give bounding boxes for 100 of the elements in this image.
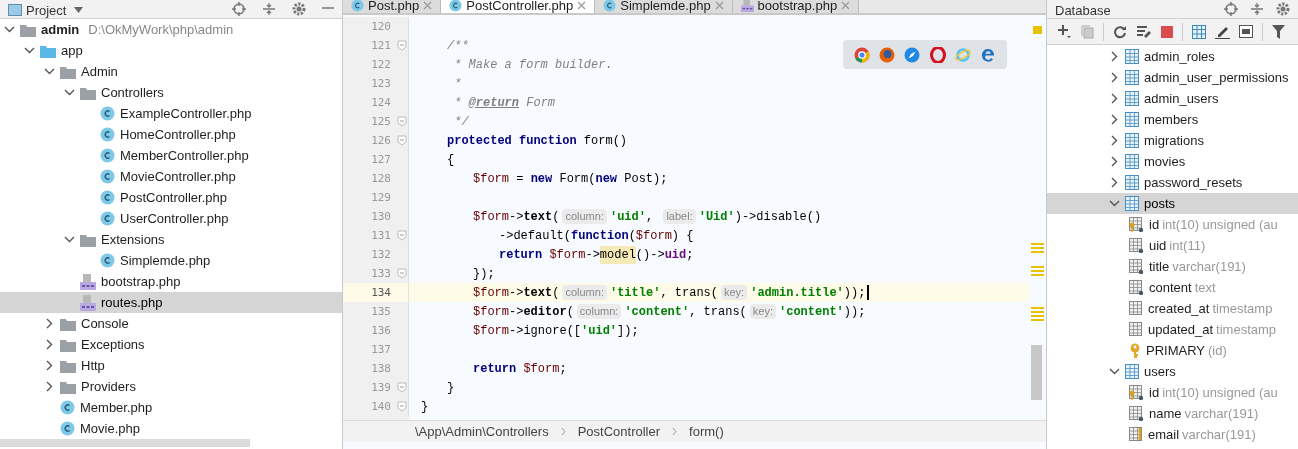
compass-icon[interactable] bbox=[904, 46, 921, 63]
code-token: ( bbox=[552, 284, 560, 302]
column-name[interactable]: updated_at bbox=[1148, 319, 1214, 340]
chrome-icon[interactable] bbox=[853, 46, 870, 63]
chevron-down-icon[interactable] bbox=[1109, 366, 1120, 377]
column-icon bbox=[1129, 322, 1143, 337]
table-name[interactable]: users bbox=[1144, 361, 1176, 382]
chevron-right-icon[interactable] bbox=[44, 339, 55, 350]
chevron-right-icon[interactable] bbox=[1109, 51, 1120, 62]
edge-icon[interactable] bbox=[980, 46, 997, 63]
editor-tab[interactable]: PostController.php bbox=[441, 0, 596, 13]
column-name[interactable]: email bbox=[1148, 424, 1180, 445]
chevron-right-icon[interactable] bbox=[44, 381, 55, 392]
chevron-down-icon[interactable] bbox=[44, 66, 55, 77]
editor-tab[interactable]: Post.php bbox=[343, 0, 442, 13]
code-token: -> bbox=[509, 303, 524, 321]
chevron-right-icon[interactable] bbox=[44, 318, 55, 329]
editor-tab[interactable]: Simplemde.php bbox=[595, 0, 733, 13]
tree-row[interactable]: routes.php bbox=[0, 292, 342, 313]
schema-icon[interactable] bbox=[1136, 24, 1152, 39]
refresh-icon[interactable] bbox=[1113, 24, 1127, 39]
file-name[interactable]: MemberController.php bbox=[120, 145, 249, 166]
stop-icon[interactable] bbox=[1161, 25, 1173, 38]
chevron-down-icon[interactable] bbox=[1109, 198, 1120, 209]
chevron-down-icon[interactable] bbox=[4, 24, 15, 35]
chevron-down-icon[interactable] bbox=[64, 234, 75, 245]
breadcrumb-item[interactable]: PostController bbox=[577, 421, 661, 442]
table-name[interactable]: movies bbox=[1144, 151, 1186, 172]
file-name[interactable]: ExampleController.php bbox=[120, 103, 252, 124]
pencil-icon[interactable] bbox=[1215, 24, 1230, 39]
table-name[interactable]: admin_users bbox=[1144, 88, 1219, 109]
table-name[interactable]: posts bbox=[1144, 193, 1176, 214]
chevron-down-icon[interactable] bbox=[64, 87, 75, 98]
column-name[interactable]: content bbox=[1149, 277, 1192, 298]
console-icon[interactable] bbox=[1239, 25, 1253, 38]
crosshair-icon[interactable] bbox=[232, 2, 246, 16]
column-name[interactable]: uid bbox=[1149, 235, 1167, 256]
file-name[interactable]: bootstrap.php bbox=[101, 271, 181, 292]
chevron-right-icon[interactable] bbox=[1109, 135, 1120, 146]
column-name[interactable]: id bbox=[1149, 382, 1160, 403]
chevron-right-icon[interactable] bbox=[44, 360, 55, 371]
file-name[interactable]: HomeController.php bbox=[120, 124, 236, 145]
chevron-right-icon[interactable] bbox=[1109, 93, 1120, 104]
file-name[interactable]: Controllers bbox=[101, 82, 164, 103]
column-name[interactable]: title bbox=[1149, 256, 1170, 277]
horizontal-scrollbar[interactable] bbox=[0, 439, 250, 447]
file-name[interactable]: Providers bbox=[81, 376, 136, 397]
column-name[interactable]: name bbox=[1149, 403, 1182, 424]
table-name[interactable]: password_resets bbox=[1144, 172, 1243, 193]
php-file-icon bbox=[740, 0, 754, 12]
code-token: $form bbox=[473, 303, 509, 321]
file-name[interactable]: Movie.php bbox=[80, 418, 140, 439]
filter-icon[interactable] bbox=[1272, 24, 1285, 39]
collapse-icon[interactable] bbox=[262, 2, 276, 16]
crosshair-icon[interactable] bbox=[1224, 2, 1238, 16]
chevron-right-icon bbox=[560, 427, 566, 436]
close-icon[interactable] bbox=[841, 1, 851, 10]
chevron-down-icon[interactable] bbox=[24, 45, 35, 56]
chevron-right-icon[interactable] bbox=[1109, 72, 1120, 83]
chevron-right-icon[interactable] bbox=[1109, 177, 1120, 188]
add-icon[interactable] bbox=[1057, 24, 1072, 39]
close-icon[interactable] bbox=[577, 1, 587, 10]
file-name[interactable]: Http bbox=[81, 355, 105, 376]
file-name[interactable]: Admin bbox=[81, 61, 118, 82]
file-name[interactable]: PostController.php bbox=[120, 187, 227, 208]
key-icon bbox=[1129, 343, 1141, 358]
file-name[interactable]: Console bbox=[81, 313, 129, 334]
close-icon[interactable] bbox=[714, 1, 724, 10]
chevron-right-icon[interactable] bbox=[1109, 114, 1120, 125]
column-name[interactable]: created_at bbox=[1148, 298, 1210, 319]
column-name[interactable]: id bbox=[1149, 214, 1160, 235]
chevron-right-icon[interactable] bbox=[1109, 156, 1120, 167]
vertical-scrollbar[interactable] bbox=[1031, 345, 1042, 400]
file-name[interactable]: routes.php bbox=[101, 292, 163, 313]
settings-icon[interactable] bbox=[292, 2, 306, 16]
table-icon[interactable] bbox=[1192, 24, 1206, 39]
firefox-icon[interactable] bbox=[879, 46, 895, 63]
class-icon bbox=[449, 0, 463, 12]
file-name[interactable]: admin bbox=[41, 19, 80, 40]
file-name[interactable]: Exceptions bbox=[81, 334, 145, 355]
file-name[interactable]: app bbox=[61, 40, 83, 61]
code-token: -> bbox=[585, 246, 600, 264]
breadcrumb-item[interactable]: \App\Admin\Controllers bbox=[415, 421, 549, 442]
editor-tab[interactable]: bootstrap.php bbox=[732, 0, 860, 13]
breadcrumb-item[interactable]: form() bbox=[689, 421, 724, 442]
close-icon[interactable] bbox=[423, 1, 433, 10]
settings-icon[interactable] bbox=[1276, 2, 1290, 16]
file-name[interactable]: Extensions bbox=[101, 229, 165, 250]
table-name[interactable]: admin_roles bbox=[1144, 46, 1215, 67]
opera-icon[interactable] bbox=[929, 46, 946, 63]
file-name[interactable]: Member.php bbox=[80, 397, 153, 418]
collapse-icon[interactable] bbox=[1250, 2, 1264, 16]
table-name[interactable]: admin_user_permissions bbox=[1144, 67, 1289, 88]
table-name[interactable]: members bbox=[1144, 109, 1199, 130]
column-name[interactable]: PRIMARY bbox=[1146, 340, 1205, 361]
tree-row[interactable]: posts bbox=[1047, 193, 1298, 214]
file-name[interactable]: MovieController.php bbox=[120, 166, 236, 187]
file-name[interactable]: Simplemde.php bbox=[120, 250, 211, 271]
table-name[interactable]: migrations bbox=[1144, 130, 1204, 151]
file-name[interactable]: UserController.php bbox=[120, 208, 229, 229]
